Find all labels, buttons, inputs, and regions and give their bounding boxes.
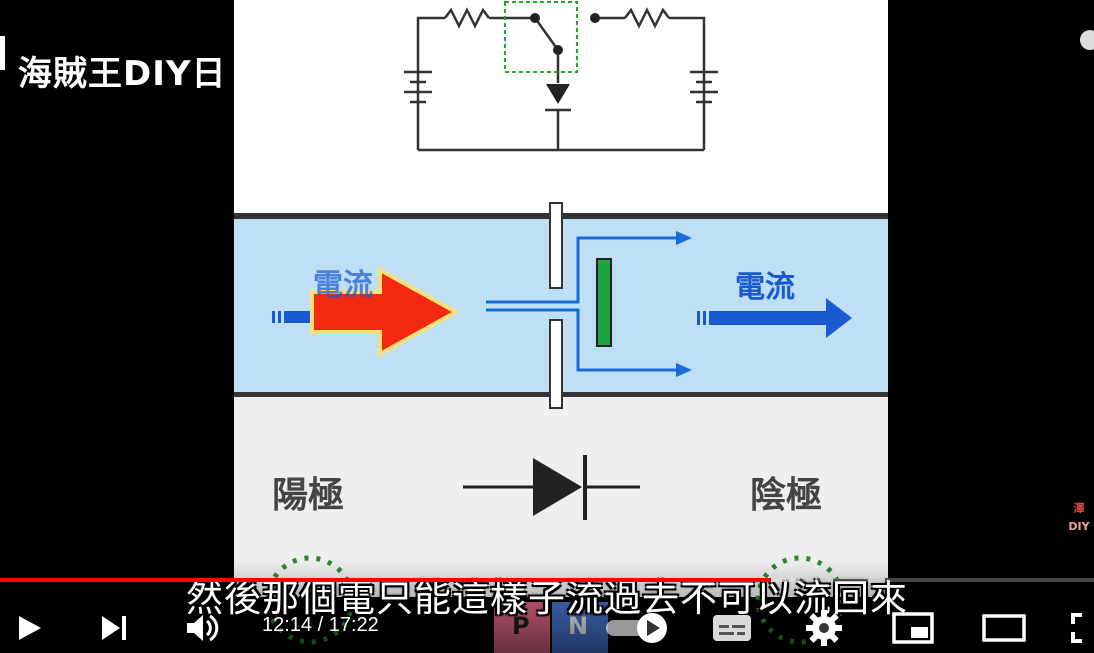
settings-button[interactable]	[802, 606, 846, 650]
current-label-right: 電流	[735, 270, 795, 305]
miniplayer-icon	[892, 612, 934, 644]
current-label-left: 電流	[313, 268, 373, 303]
gate-plate-top	[549, 202, 563, 289]
next-button[interactable]	[96, 610, 132, 646]
time-separator: /	[312, 614, 329, 636]
autoplay-toggle[interactable]	[604, 608, 670, 648]
progress-played	[0, 578, 772, 582]
video-slide	[234, 0, 888, 653]
subtitles-icon	[713, 615, 751, 641]
video-frame[interactable]: 電流 電流 陽極 陰極 P N 海賊王DIY日 澤DIY 然後那個電只能這樣子流…	[0, 0, 1094, 653]
progress-bar[interactable]	[0, 578, 1094, 582]
autoplay-toggle-icon	[606, 613, 667, 643]
anode-label: 陽極	[272, 475, 345, 516]
volume-icon	[187, 614, 219, 642]
volume-button[interactable]	[182, 608, 222, 648]
time-display: 12:14 / 17:22	[262, 614, 379, 637]
subtitles-button[interactable]	[710, 610, 754, 646]
channel-edge-mark	[0, 36, 5, 70]
play-button[interactable]	[10, 610, 46, 646]
theater-button[interactable]	[980, 608, 1028, 648]
green-bar	[596, 258, 612, 347]
gear-icon	[806, 610, 842, 646]
channel-title: 海賊王DIY日	[18, 54, 227, 94]
more-info-icon[interactable]	[1080, 30, 1094, 50]
cathode-label: 陰極	[750, 475, 823, 516]
gate-plate-bottom	[549, 319, 563, 409]
fullscreen-button[interactable]	[1068, 608, 1094, 648]
play-icon	[19, 616, 41, 640]
next-icon	[102, 616, 126, 640]
side-logo-icon: 澤 DIY	[1068, 502, 1090, 533]
time-total: 17:22	[328, 614, 379, 636]
time-current: 12:14	[262, 614, 313, 636]
miniplayer-button[interactable]	[890, 608, 936, 648]
theater-icon	[982, 614, 1026, 642]
fullscreen-icon	[1071, 613, 1082, 643]
